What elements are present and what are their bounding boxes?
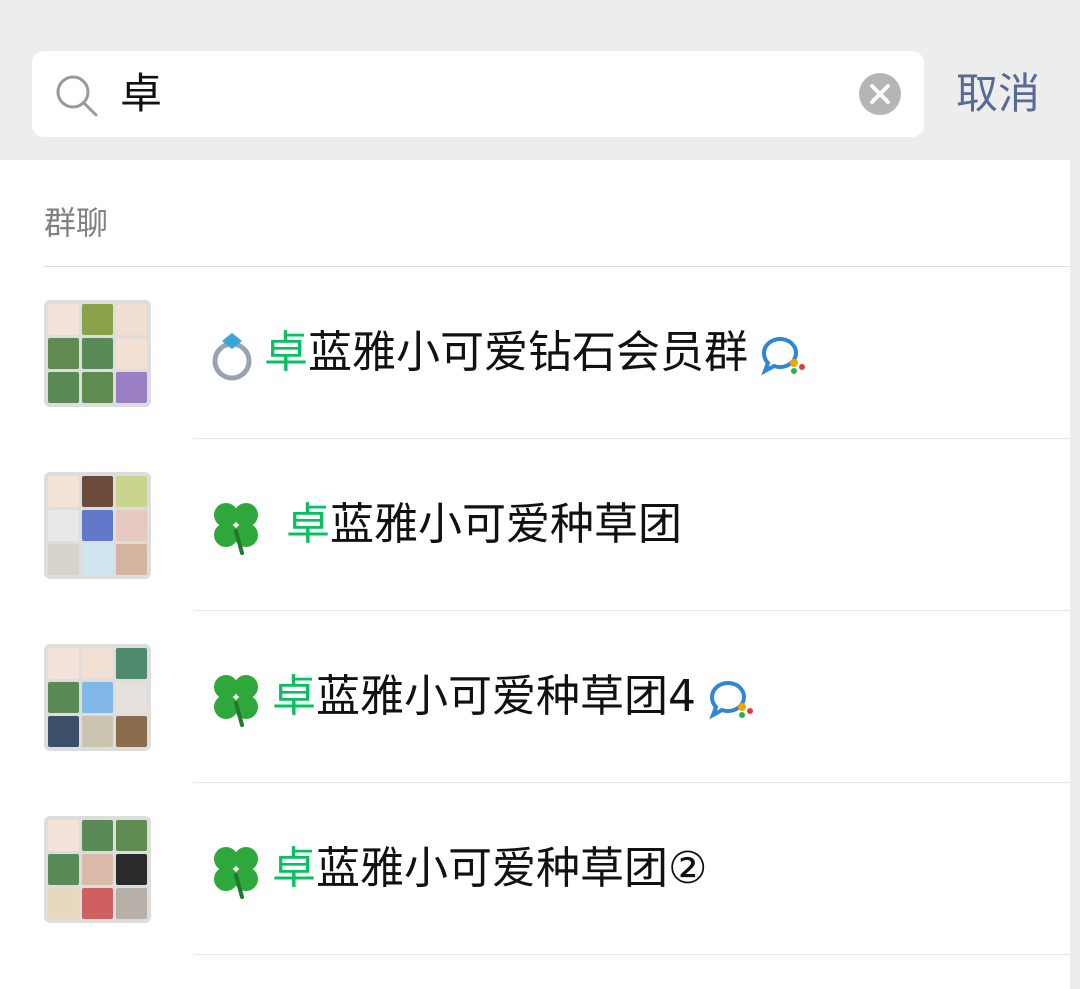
group-chat-title: 卓蓝雅小可爱种草团4: [204, 611, 756, 783]
row-divider: [194, 954, 1070, 955]
group-name: 蓝雅小可爱种草团②: [316, 843, 708, 894]
search-input[interactable]: 卓: [32, 51, 924, 137]
group-chat-row[interactable]: 卓蓝雅小可爱种草团②: [0, 783, 1070, 955]
clover-icon: [214, 847, 258, 899]
group-chat-title: 卓蓝雅小可爱种草团: [204, 439, 682, 611]
highlight-text: 卓: [286, 499, 330, 550]
clover-icon: [214, 503, 258, 555]
group-name: 蓝雅小可爱种草团: [330, 499, 682, 550]
group-avatar: [44, 472, 151, 579]
clover-icon: [214, 675, 258, 727]
enterprise-chat-icon: [761, 337, 805, 376]
group-chat-row[interactable]: 卓蓝雅小可爱钻石会员群: [0, 267, 1070, 439]
cancel-button[interactable]: 取消: [956, 51, 1040, 137]
group-chat-title: 卓蓝雅小可爱种草团②: [204, 783, 707, 955]
enterprise-chat-icon: [709, 681, 753, 720]
search-bar: 卓 取消: [0, 0, 1080, 160]
ring-icon: [212, 333, 252, 381]
search-icon: [56, 75, 98, 117]
group-avatar: [44, 644, 151, 751]
clear-icon[interactable]: [858, 72, 902, 116]
highlight-text: 卓: [272, 843, 316, 894]
group-chat-title: 卓蓝雅小可爱钻石会员群: [204, 267, 808, 439]
search-query[interactable]: 卓: [120, 51, 840, 137]
results-panel: 群聊 卓蓝雅小可爱钻石会员群 卓蓝雅小可爱种草团 卓蓝雅小可爱种草团4 卓蓝雅小…: [0, 160, 1070, 989]
highlight-text: 卓: [272, 671, 316, 722]
group-name: 蓝雅小可爱钻石会员群: [308, 327, 748, 378]
group-chat-row[interactable]: 卓蓝雅小可爱种草团4: [0, 611, 1070, 783]
group-chat-row[interactable]: 卓蓝雅小可爱种草团: [0, 439, 1070, 611]
group-avatar: [44, 816, 151, 923]
group-avatar: [44, 300, 151, 407]
section-title-group-chats: 群聊: [44, 204, 109, 242]
highlight-text: 卓: [264, 327, 308, 378]
group-name: 蓝雅小可爱种草团4: [316, 671, 696, 722]
